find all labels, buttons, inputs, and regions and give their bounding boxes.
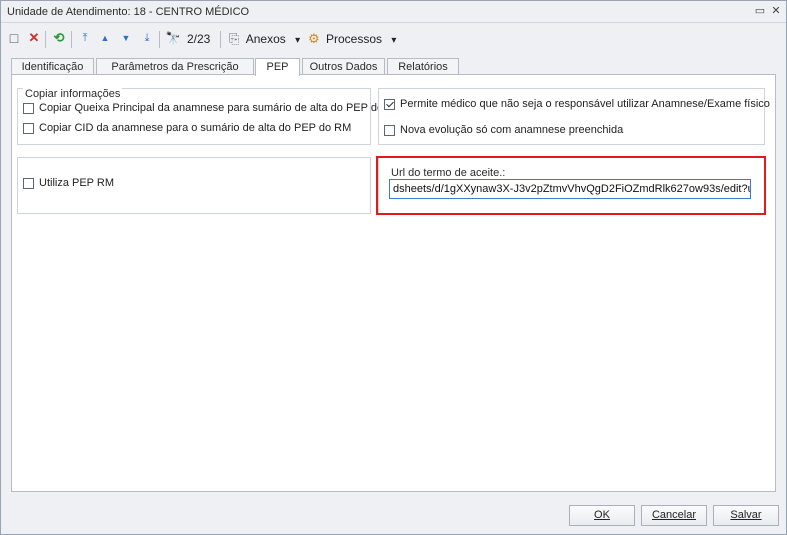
copy-complaint-checkbox[interactable]: Copiar Queixa Principal da anamnese para… [23, 101, 403, 115]
toolbar-separator [159, 31, 160, 48]
save-button[interactable]: Salvar [713, 505, 779, 526]
checkbox-label: Copiar CID da anamnese para o sumário de… [39, 122, 352, 134]
toolbar-separator [220, 31, 221, 48]
new-record-icon[interactable]: □ [6, 29, 22, 47]
checkbox-label: Utiliza PEP RM [39, 177, 114, 189]
chevron-down-icon: ▾ [391, 35, 397, 46]
last-record-icon[interactable]: ⤓ [139, 29, 155, 47]
attachments-label: Anexos [245, 32, 286, 46]
copy-cid-checkbox[interactable]: Copiar CID da anamnese para o sumário de… [23, 121, 351, 135]
restore-icon[interactable]: ▭ [753, 4, 767, 18]
gears-icon: ⚙ [308, 31, 320, 46]
allow-non-responsible-checkbox[interactable]: Permite médico que não seja o responsáve… [384, 97, 770, 111]
new-evolution-checkbox[interactable]: Nova evolução só com anamnese preenchida [384, 123, 623, 137]
checkbox-label: Nova evolução só com anamnese preenchida [400, 124, 624, 136]
record-counter: 2/23 [187, 32, 211, 46]
acceptance-term-url-input[interactable]: dsheets/d/1gXXynaw3X-J3v2pZtmvVhvQgD2FiO… [389, 179, 751, 199]
previous-record-icon[interactable]: ▲ [97, 29, 113, 47]
ok-button[interactable]: OK [569, 505, 635, 526]
next-record-icon[interactable]: ▼ [118, 29, 134, 47]
tab-parametros-prescricao[interactable]: Parâmetros da Prescrição [96, 58, 254, 75]
checkbox-box [23, 122, 34, 134]
checkbox-box [384, 98, 395, 110]
tab-outros-dados[interactable]: Outros Dados [302, 58, 385, 75]
toolbar: □ ✕ ⟲ ⤒ ▲ ▼ ⤓ 🔭 2/23 ⎘ Anexos ▾ ⚙ Proces… [1, 25, 786, 53]
title-bar: Unidade de Atendimento: 18 - CENTRO MÉDI… [1, 1, 786, 23]
url-field-label: Url do termo de aceite.: [391, 167, 506, 179]
checkbox-label: Permite médico que não seja o responsáve… [400, 98, 770, 110]
toolbar-separator [45, 31, 46, 48]
processes-button[interactable]: ⚙ Processos ▾ [308, 29, 396, 49]
tab-identificacao[interactable]: Identificação [11, 58, 94, 75]
paperclip-icon: ⎘ [229, 31, 240, 46]
refresh-icon[interactable]: ⟲ [51, 29, 67, 47]
processes-label: Processos [326, 32, 383, 46]
delete-icon[interactable]: ✕ [26, 29, 42, 47]
attachments-button[interactable]: ⎘ Anexos ▾ [229, 29, 300, 49]
checkbox-label: Copiar Queixa Principal da anamnese para… [39, 102, 404, 114]
tab-relatorios[interactable]: Relatórios [387, 58, 459, 75]
tab-pep[interactable]: PEP [255, 58, 300, 76]
binoculars-search-icon[interactable]: 🔭 [165, 29, 181, 47]
checkbox-box [23, 102, 34, 114]
first-record-icon[interactable]: ⤒ [77, 29, 93, 47]
copy-info-group: Copiar informações [17, 88, 371, 145]
toolbar-separator [71, 31, 72, 48]
use-pep-rm-checkbox[interactable]: Utiliza PEP RM [23, 176, 114, 190]
window-title: Unidade de Atendimento: 18 - CENTRO MÉDI… [7, 6, 250, 18]
chevron-down-icon: ▾ [295, 35, 301, 46]
checkbox-box [384, 124, 395, 136]
checkbox-box [23, 177, 34, 189]
dialog-window: Unidade de Atendimento: 18 - CENTRO MÉDI… [0, 0, 787, 535]
cancel-button[interactable]: Cancelar [641, 505, 707, 526]
close-icon[interactable]: ✕ [769, 4, 783, 18]
copy-info-legend: Copiar informações [23, 88, 123, 100]
